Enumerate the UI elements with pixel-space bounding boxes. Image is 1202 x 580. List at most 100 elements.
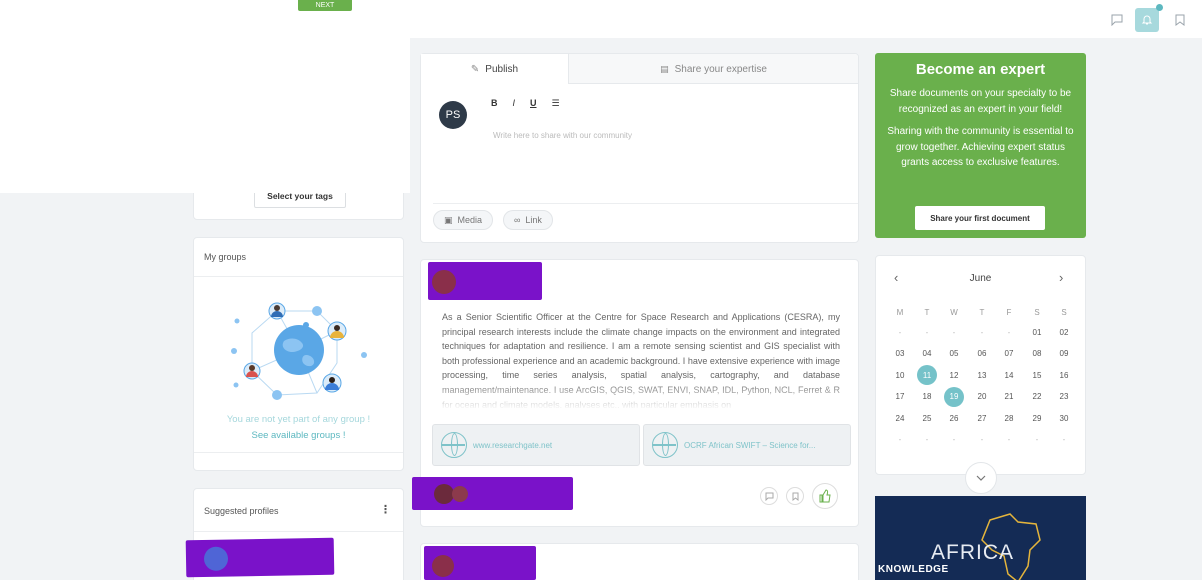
calendar-empty: - bbox=[1035, 435, 1039, 444]
calendar-empty: - bbox=[1062, 435, 1066, 444]
calendar-day[interactable]: 08 bbox=[1027, 344, 1047, 364]
document-icon: ▤ bbox=[660, 63, 669, 74]
become-expert-card: Become an expert Share documents on your… bbox=[875, 53, 1086, 238]
list-icon[interactable]: ☰ bbox=[552, 98, 560, 109]
calendar-day[interactable]: 14 bbox=[999, 365, 1019, 385]
text-fade bbox=[421, 380, 858, 410]
more-options-icon[interactable]: ⋮ bbox=[380, 503, 391, 516]
groups-network-illustration bbox=[231, 302, 367, 400]
calendar-empty: - bbox=[1007, 327, 1011, 337]
user-avatar: PS bbox=[439, 101, 467, 129]
no-groups-text: You are not yet part of any group ! bbox=[226, 414, 371, 425]
calendar-day[interactable]: 03 bbox=[890, 344, 910, 364]
like-button[interactable] bbox=[812, 483, 838, 509]
calendar-day[interactable]: 21 bbox=[999, 387, 1019, 407]
calendar-day[interactable]: 06 bbox=[972, 344, 992, 364]
divider bbox=[194, 276, 403, 277]
calendar-day[interactable]: 04 bbox=[917, 344, 937, 364]
calendar-day[interactable]: 23 bbox=[1054, 387, 1074, 407]
link-preview-text: OCRF African SWIFT – Science for... bbox=[684, 440, 816, 450]
calendar-empty: - bbox=[980, 435, 984, 444]
my-groups-card: My groups You are not yet part of any gr… bbox=[193, 237, 404, 471]
link-preview-ocrf[interactable]: OCRF African SWIFT – Science for... bbox=[643, 424, 851, 466]
italic-button[interactable]: I bbox=[513, 98, 516, 109]
promo-line-2: KNOWLEDGE bbox=[878, 564, 949, 575]
calendar-day[interactable]: 22 bbox=[1027, 387, 1047, 407]
calendar-day[interactable]: 10 bbox=[890, 365, 910, 385]
my-groups-title: My groups bbox=[204, 252, 247, 262]
format-toolbar: B I U ☰ bbox=[491, 98, 560, 109]
calendar-day[interactable]: 20 bbox=[972, 387, 992, 407]
calendar-day[interactable]: 11 bbox=[917, 365, 937, 385]
globe-icon bbox=[652, 432, 678, 458]
weekday-label: S bbox=[1061, 307, 1067, 317]
calendar-empty: - bbox=[925, 435, 929, 444]
calendar-empty: - bbox=[925, 327, 929, 337]
expand-calendar-button[interactable] bbox=[965, 462, 997, 494]
weekday-label: M bbox=[896, 307, 904, 317]
tab-expertise-label: Share your expertise bbox=[674, 63, 767, 75]
bold-button[interactable]: B bbox=[491, 98, 498, 109]
redacted-profile bbox=[185, 537, 335, 578]
image-icon: ▣ bbox=[444, 214, 453, 225]
africa-knowledge-banner[interactable]: AFRICA KNOWLEDGE bbox=[875, 496, 1086, 580]
weekday-label: F bbox=[1006, 307, 1012, 317]
calendar-day[interactable]: 27 bbox=[972, 408, 992, 428]
underline-button[interactable]: U bbox=[530, 98, 537, 109]
chat-icon[interactable] bbox=[1105, 8, 1129, 32]
weekday-label: T bbox=[979, 307, 985, 317]
link-preview-text: www.researchgate.net bbox=[473, 440, 553, 450]
calendar-day[interactable]: 05 bbox=[944, 344, 964, 364]
share-document-button[interactable]: Share your first document bbox=[915, 206, 1045, 230]
calendar-empty: - bbox=[898, 327, 902, 337]
calendar-day[interactable]: 01 bbox=[1027, 322, 1047, 342]
calendar-day[interactable]: 17 bbox=[890, 387, 910, 407]
expert-title: Become an expert bbox=[915, 61, 1046, 78]
calendar-day[interactable]: 16 bbox=[1054, 365, 1074, 385]
divider bbox=[194, 452, 403, 453]
calendar-empty: - bbox=[898, 435, 902, 444]
suggested-title: Suggested profiles bbox=[204, 506, 279, 516]
calendar-day[interactable]: 25 bbox=[917, 408, 937, 428]
calendar-day[interactable]: 24 bbox=[890, 408, 910, 428]
calendar-day[interactable]: 12 bbox=[944, 365, 964, 385]
weekday-label: W bbox=[950, 307, 958, 317]
comment-button[interactable] bbox=[760, 487, 778, 505]
calendar-day[interactable]: 29 bbox=[1027, 408, 1047, 428]
calendar-day[interactable]: 28 bbox=[999, 408, 1019, 428]
calendar-day[interactable]: 09 bbox=[1054, 344, 1074, 364]
media-button[interactable]: ▣ Media bbox=[433, 210, 494, 230]
notification-bell-icon[interactable] bbox=[1135, 8, 1159, 32]
composer-card: ✎ Publish ▤ Share your expertise PS B I … bbox=[420, 53, 859, 243]
calendar-empty: - bbox=[952, 435, 956, 444]
save-post-button[interactable] bbox=[786, 487, 804, 505]
calendar-day[interactable]: 07 bbox=[999, 344, 1019, 364]
post-input[interactable]: Write here to share with our community bbox=[493, 131, 632, 140]
link-preview-researchgate[interactable]: www.researchgate.net bbox=[432, 424, 640, 466]
calendar-empty: - bbox=[980, 327, 984, 337]
calendar-day[interactable]: 15 bbox=[1027, 365, 1047, 385]
next-button[interactable]: NEXT bbox=[298, 0, 352, 11]
calendar-day[interactable]: 19 bbox=[944, 386, 964, 407]
divider bbox=[433, 203, 858, 204]
onboarding-overlay bbox=[0, 0, 410, 193]
promo-line-1: AFRICA bbox=[931, 541, 1015, 564]
redacted-next-author bbox=[424, 546, 536, 580]
calendar-day[interactable]: 13 bbox=[972, 365, 992, 385]
calendar-empty: - bbox=[1007, 435, 1011, 444]
link-button[interactable]: ∞ Link bbox=[503, 210, 553, 230]
link-label: Link bbox=[525, 215, 542, 225]
calendar-day[interactable]: 18 bbox=[917, 387, 937, 407]
calendar-day[interactable]: 30 bbox=[1054, 408, 1074, 428]
bookmark-icon[interactable] bbox=[1168, 8, 1192, 32]
redacted-reactions bbox=[412, 477, 573, 510]
tab-publish[interactable]: ✎ Publish bbox=[421, 54, 569, 84]
media-label: Media bbox=[457, 215, 483, 225]
see-groups-link[interactable]: See available groups ! bbox=[194, 430, 403, 441]
calendar-day[interactable]: 02 bbox=[1054, 322, 1074, 342]
notification-badge bbox=[1156, 4, 1163, 11]
tab-share-expertise[interactable]: ▤ Share your expertise bbox=[569, 54, 858, 84]
link-icon: ∞ bbox=[514, 215, 521, 225]
calendar-empty: - bbox=[952, 327, 956, 337]
calendar-day[interactable]: 26 bbox=[944, 408, 964, 428]
